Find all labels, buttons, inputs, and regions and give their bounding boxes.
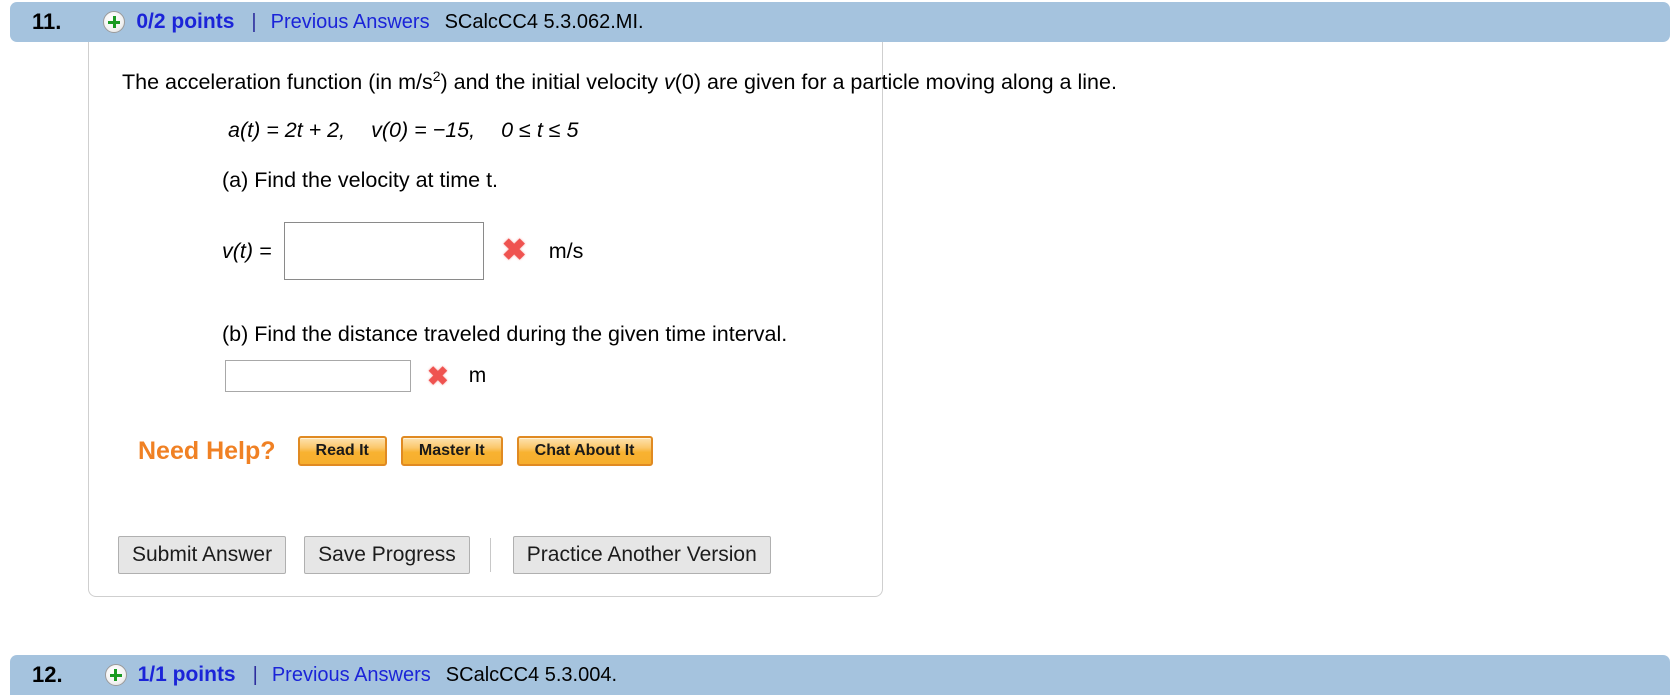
header-separator: | xyxy=(251,10,257,33)
part-b-answer-row: ✖ m xyxy=(225,360,486,392)
prompt-text-part3: (0) are given for a particle moving alon… xyxy=(674,70,1117,95)
next-question-number: 12. xyxy=(32,662,63,687)
action-divider xyxy=(489,538,491,572)
part-a-label: (a) Find the velocity at time t. xyxy=(222,168,499,192)
points-earned-label: 0/2 points xyxy=(136,10,235,33)
part-a-answer-row: v(t) = ✖ m/s xyxy=(222,222,583,280)
part-b-unit-label: m xyxy=(468,364,487,387)
master-it-button[interactable]: Master It xyxy=(400,436,503,466)
part-a-unit-label: m/s xyxy=(548,238,584,263)
part-a-answer-label: v(t) = xyxy=(222,238,272,263)
need-help-title: Need Help? xyxy=(138,436,276,465)
save-progress-button[interactable]: Save Progress xyxy=(304,536,470,574)
part-b-answer-input[interactable] xyxy=(225,360,411,392)
equation-domain: 0 ≤ t ≤ 5 xyxy=(501,118,579,142)
part-b-incorrect-x-icon: ✖ xyxy=(427,361,449,391)
previous-answers-link[interactable]: Previous Answers xyxy=(271,11,430,34)
chat-about-it-button[interactable]: Chat About It xyxy=(516,436,653,466)
next-header-separator: | xyxy=(252,663,258,686)
prompt-text-part2: ) and the initial velocity xyxy=(440,70,664,95)
equation-acceleration: a(t) = 2t + 2, xyxy=(228,118,346,142)
next-assignment-code-label: SCalcCC4 5.3.004. xyxy=(445,663,617,686)
part-a-answer-input[interactable] xyxy=(283,222,484,280)
practice-another-version-button[interactable]: Practice Another Version xyxy=(512,536,771,574)
part-a-incorrect-x-icon: ✖ xyxy=(501,234,527,267)
action-button-row: Submit Answer Save Progress Practice Ano… xyxy=(118,536,789,574)
question-number: 11. xyxy=(32,9,62,34)
prompt-variable-v: v xyxy=(663,70,675,95)
prompt-exponent: 2 xyxy=(432,68,441,84)
next-points-earned-label: 1/1 points xyxy=(137,663,236,686)
need-help-row: Need Help? Read It Master It Chat About … xyxy=(138,436,667,466)
problem-prompt: The acceleration function (in m/s2) and … xyxy=(122,68,1117,96)
next-green-plus-icon xyxy=(104,664,127,686)
next-previous-answers-link[interactable]: Previous Answers xyxy=(272,664,431,687)
part-b-label: (b) Find the distance traveled during th… xyxy=(222,322,788,346)
read-it-button[interactable]: Read It xyxy=(297,436,387,466)
next-question-header-bar: 12. 1/1 points | Previous Answers SCalcC… xyxy=(10,655,1670,695)
question-header-bar: 11. 0/2 points | Previous Answers SCalcC… xyxy=(10,2,1670,42)
assignment-code-label: SCalcCC4 5.3.062.MI. xyxy=(444,10,644,33)
green-plus-icon xyxy=(103,11,126,33)
prompt-text-part1: The acceleration function (in m/s xyxy=(122,70,433,95)
problem-equation: a(t) = 2t + 2, v(0) = −15, 0 ≤ t ≤ 5 xyxy=(228,118,579,143)
equation-initial-velocity: v(0) = −15, xyxy=(371,118,476,142)
submit-answer-button[interactable]: Submit Answer xyxy=(118,536,287,574)
